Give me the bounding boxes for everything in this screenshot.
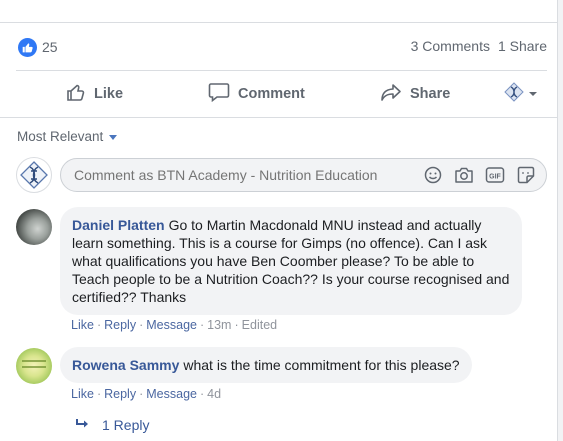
- comment-like-link[interactable]: Like: [71, 387, 94, 401]
- share-label: Share: [410, 86, 451, 102]
- reply-arrow-icon: [76, 417, 90, 433]
- comment-reply-link[interactable]: Reply: [104, 318, 136, 332]
- comment-author-link[interactable]: Daniel Platten: [72, 217, 165, 233]
- shares-count-link[interactable]: 1 Share: [498, 38, 547, 54]
- comment-like-link[interactable]: Like: [71, 318, 94, 332]
- separator-dot: ·: [139, 318, 144, 332]
- separator-dot: ·: [96, 387, 102, 401]
- sticker-icon[interactable]: [516, 165, 536, 185]
- comment-edited-label[interactable]: Edited: [242, 318, 277, 332]
- comment-text: what is the time commitment for this ple…: [183, 357, 460, 373]
- comment-message-link[interactable]: Message: [146, 387, 197, 401]
- divider: [0, 117, 557, 118]
- chevron-down-icon: [528, 86, 538, 102]
- post-card: 25 3 Comments 1 Share Like Comment Share: [0, 0, 558, 441]
- like-thumb-icon: [66, 82, 86, 106]
- comment-icon: [208, 82, 230, 106]
- separator-dot: ·: [96, 318, 102, 332]
- avatar[interactable]: [16, 209, 52, 245]
- like-reaction-icon: [18, 37, 37, 57]
- comment-bubble: Daniel Platten Go to Martin Macdonald MNU…: [60, 207, 522, 315]
- comment-button[interactable]: Comment: [208, 82, 305, 106]
- comment-bubble: Rowena Sammy what is the time commitment …: [60, 347, 472, 383]
- separator-dot: ·: [199, 318, 205, 332]
- view-replies-link[interactable]: 1 Reply: [76, 417, 149, 433]
- comment-timestamp[interactable]: 4d: [207, 387, 221, 401]
- gif-icon[interactable]: GIF: [485, 165, 505, 185]
- comment-actions: Like · Reply · Message · 4d: [71, 387, 221, 401]
- comment-label: Comment: [238, 86, 305, 102]
- caret-down-icon: [109, 134, 118, 140]
- divider: [16, 70, 547, 71]
- svg-text:GIF: GIF: [489, 174, 501, 181]
- avatar-text-line: [22, 366, 46, 368]
- comment-timestamp[interactable]: 13m: [207, 318, 231, 332]
- page-avatar-icon: [504, 82, 524, 106]
- comment-sort-dropdown[interactable]: Most Relevant: [17, 129, 118, 144]
- separator-dot: ·: [199, 387, 205, 401]
- reactions-summary[interactable]: 25: [18, 36, 58, 58]
- camera-icon[interactable]: [454, 165, 474, 185]
- separator-dot: ·: [139, 387, 144, 401]
- avatar-text-line: [22, 360, 46, 362]
- comment-input[interactable]: [74, 167, 404, 183]
- share-arrow-icon: [380, 82, 402, 106]
- replies-count-label: 1 Reply: [102, 417, 150, 433]
- comment-author-link[interactable]: Rowena Sammy: [72, 357, 179, 373]
- share-button[interactable]: Share: [380, 82, 450, 106]
- comments-count-link[interactable]: 3 Comments: [411, 38, 490, 54]
- like-label: Like: [94, 86, 124, 102]
- reaction-count: 25: [42, 39, 58, 55]
- comment-composer: GIF: [60, 158, 547, 192]
- page-avatar: [16, 157, 52, 193]
- divider-top: [0, 22, 558, 23]
- composer-tools: GIF: [423, 165, 536, 185]
- sort-label: Most Relevant: [17, 129, 104, 144]
- comment-actions: Like · Reply · Message · 13m · Edited: [71, 318, 277, 332]
- page-selector-button[interactable]: [504, 82, 538, 106]
- post-actions: Like Comment Share: [16, 75, 547, 113]
- smiley-icon[interactable]: [423, 165, 443, 185]
- avatar[interactable]: [16, 348, 52, 384]
- comment-reply-link[interactable]: Reply: [104, 387, 136, 401]
- separator-dot: ·: [234, 318, 239, 332]
- comment-message-link[interactable]: Message: [146, 318, 197, 332]
- engagement-counts: 3 Comments 1 Share: [411, 38, 547, 54]
- like-button[interactable]: Like: [66, 82, 123, 106]
